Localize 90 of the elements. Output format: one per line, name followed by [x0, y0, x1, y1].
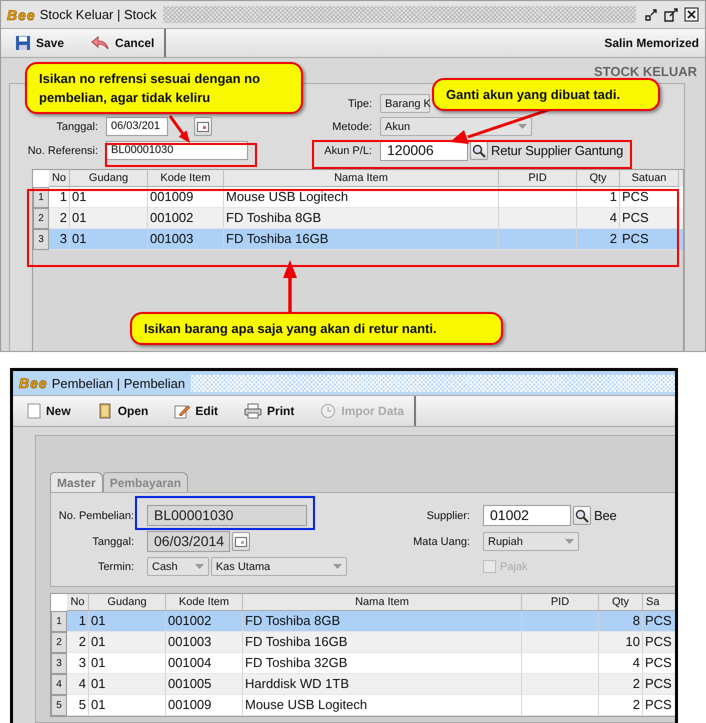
arrow	[283, 260, 297, 312]
calendar-button[interactable]	[194, 117, 212, 136]
blank-page-icon	[27, 403, 41, 419]
table-cell: 3	[49, 229, 70, 250]
caret-icon	[333, 564, 342, 569]
search-button[interactable]	[573, 506, 591, 525]
pencil-page-icon	[174, 403, 190, 419]
logo: Bee	[7, 6, 36, 22]
toolbar-button[interactable]: New	[21, 401, 77, 421]
row-header[interactable]: 4	[51, 674, 67, 695]
window-title: Stock Keluar | Stock	[40, 7, 157, 22]
table-cell: Mouse USB Logitech	[243, 695, 522, 716]
toolbar-button[interactable]: Open	[90, 401, 154, 421]
table-cell: FD Toshiba 16GB	[224, 229, 499, 250]
field-label: No. Pembelian:	[58, 510, 134, 522]
toolbar-button[interactable]: Save	[9, 33, 70, 53]
currency-dropdown[interactable]: Rupiah	[483, 532, 579, 551]
field-label: Metode:	[331, 120, 372, 132]
field-label: Tanggal:	[55, 120, 98, 132]
calendar-icon	[235, 536, 247, 546]
toolbar-button[interactable]: Edit	[168, 401, 224, 421]
table-cell: 001003	[148, 229, 224, 250]
printer-icon	[244, 403, 262, 419]
callout: Isikan no refrensi sesuai dengan no pembelian, agar tidak keliru	[25, 62, 303, 114]
field-label: Supplier:	[426, 510, 470, 522]
table-row[interactable]: 3 3 01 001004 FD Toshiba 32GB 4 PCS	[51, 653, 675, 674]
table-row[interactable]: 1 1 01 001002 FD Toshiba 8GB 8 PCS	[51, 611, 675, 632]
search-icon	[575, 508, 589, 522]
search-button[interactable]	[470, 141, 488, 160]
toolbar-button[interactable]: Print	[238, 401, 300, 421]
caret-icon	[194, 564, 204, 569]
arrow	[168, 115, 190, 143]
table-row[interactable]: 5 5 01 001009 Mouse USB Logitech 2 PCS	[51, 695, 675, 716]
type-dropdown[interactable]: Barang K	[380, 94, 430, 113]
form-heading: STOCK KELUAR	[592, 63, 698, 81]
tab[interactable]: Master	[50, 472, 103, 492]
field-label: Akun P/L:	[323, 144, 372, 156]
table-cell: 001009	[166, 695, 243, 716]
method-dropdown[interactable]: Akun	[380, 117, 532, 136]
table-row[interactable]: 4 4 01 001005 Harddisk WD 1TB 2 PCS	[51, 674, 675, 695]
field-label: No. Referensi:	[26, 144, 98, 156]
floppy-icon	[15, 35, 31, 51]
date-field[interactable]: 06/03/201	[106, 117, 168, 136]
logo: Bee	[19, 375, 48, 391]
field-label: Termin:	[96, 560, 134, 572]
row-header[interactable]: 2	[51, 632, 67, 653]
header-corner	[33, 170, 49, 187]
memorized-button[interactable]: Salin Memorized	[598, 35, 705, 51]
table-cell: 5	[67, 695, 89, 716]
toolbar-button[interactable]: Cancel	[84, 33, 160, 53]
table-cell: 01	[89, 695, 166, 716]
caret-icon	[518, 124, 527, 129]
row-header[interactable]: 1	[33, 187, 49, 208]
clock-icon	[320, 403, 336, 419]
cash-account-dropdown[interactable]: Kas Utama	[210, 557, 347, 576]
restore-icon[interactable]	[644, 8, 658, 22]
undo-arrow-icon	[90, 35, 110, 51]
table-row[interactable]: 2 2 01 001002 FD Toshiba 8GB 4 PCS	[33, 208, 683, 229]
table-cell: PCS	[620, 229, 679, 250]
field-label: Tanggal:	[91, 536, 134, 548]
purchase-number-field[interactable]: BL00001030	[147, 505, 307, 526]
supplier-field[interactable]: 01002	[483, 505, 571, 526]
close-icon[interactable]	[684, 7, 699, 22]
terms-dropdown[interactable]: Cash	[147, 557, 209, 576]
calendar-button[interactable]	[232, 532, 250, 551]
calendar-icon	[197, 122, 209, 132]
row-header[interactable]: 3	[51, 653, 67, 674]
row-header[interactable]: 3	[33, 229, 49, 250]
row-header[interactable]: 5	[51, 695, 67, 716]
table-row[interactable]: 1 1 01 001009 Mouse USB Logitech 1 PCS	[33, 187, 683, 208]
search-icon	[472, 144, 486, 158]
caret-icon	[565, 539, 574, 544]
callout: Ganti akun yang dibuat tadi.	[432, 78, 660, 111]
table-cell: PCS	[643, 695, 675, 716]
field-label: Tipe:	[346, 98, 372, 110]
table-cell: 2	[577, 229, 620, 250]
table-row[interactable]: 3 3 01 001003 FD Toshiba 16GB 2 PCS	[33, 229, 683, 250]
maximize-icon[interactable]	[664, 8, 678, 22]
table-cell: 2	[599, 695, 643, 716]
callout: Isikan barang apa saja yang akan di retur nanti.	[130, 312, 503, 345]
window-title: Pembelian | Pembelian	[52, 376, 186, 390]
field-label: Mata Uang:	[412, 536, 470, 548]
supplier-name: Bee	[593, 508, 617, 523]
row-header[interactable]: 1	[51, 611, 67, 632]
row-header[interactable]: 2	[33, 208, 49, 229]
table-cell: 01	[70, 229, 148, 250]
date-field[interactable]: 06/03/2014	[147, 531, 230, 552]
table-row[interactable]: 2 2 01 001003 FD Toshiba 16GB 10 PCS	[51, 632, 675, 653]
account-name: Retur Supplier Gantung	[490, 143, 624, 158]
door-icon	[96, 403, 113, 419]
